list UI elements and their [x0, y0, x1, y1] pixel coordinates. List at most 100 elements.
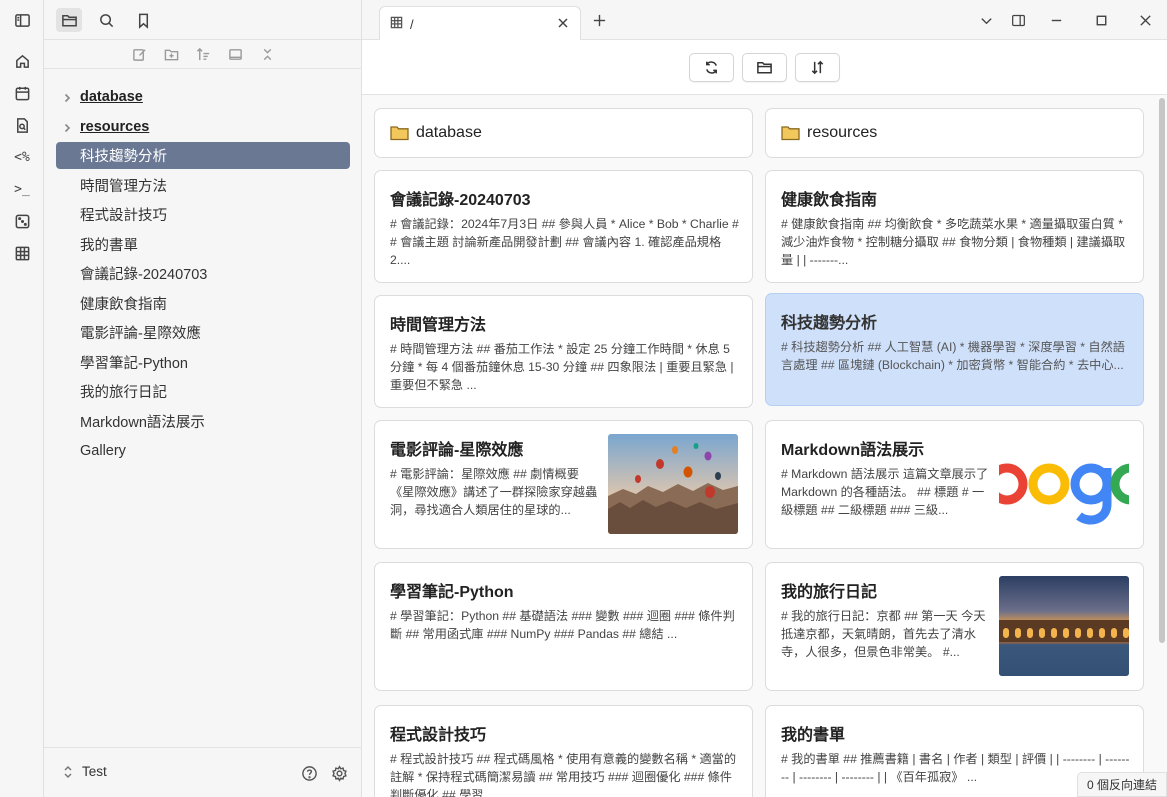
tree-file-item[interactable]: Markdown語法展示 — [56, 408, 350, 435]
note-card-selected[interactable]: 科技趨勢分析 # 科技趨勢分析 ## 人工智慧 (AI) * 機器學習 * 深度… — [765, 293, 1144, 406]
vault-name: Test — [82, 764, 107, 779]
tree-file-label: 我的書單 — [80, 238, 138, 254]
note-card[interactable]: 我的旅行日記 # 我的旅行日記：京都 ## 第一天 今天抵達京都，天氣晴朗，首先… — [765, 562, 1144, 691]
tree-file-label: 健康飲食指南 — [80, 297, 167, 313]
note-card-title: 程式設計技巧 — [390, 727, 487, 744]
note-card-title: 健康飲食指南 — [781, 192, 878, 209]
tree-folder-database[interactable]: database — [56, 83, 350, 110]
tree-file-item[interactable]: 我的書單 — [56, 231, 350, 258]
files-icon[interactable] — [56, 8, 82, 32]
new-tab-plus-icon[interactable] — [589, 10, 609, 30]
tree-file-label: 科技趨勢分析 — [80, 149, 167, 165]
folder-card-database[interactable]: database — [374, 108, 753, 158]
note-card-excerpt: # 我的旅行日記：京都 ## 第一天 今天抵達京都，天氣晴朗，首先去了清水寺，人… — [781, 609, 986, 659]
balloons-thumbnail-image — [608, 434, 738, 534]
note-card-title: 我的旅行日記 — [781, 584, 878, 601]
dice-icon[interactable] — [10, 209, 34, 233]
sort-icon[interactable] — [193, 45, 213, 63]
note-card-excerpt: # 科技趨勢分析 ## 人工智慧 (AI) * 機器學習 * 深度學習 * 自然… — [781, 340, 1125, 372]
folder-card-label: database — [416, 124, 482, 141]
chevron-updown-icon — [64, 765, 72, 778]
search-icon[interactable] — [93, 8, 119, 32]
collapse-all-icon[interactable] — [257, 45, 277, 63]
note-card[interactable]: 電影評論-星際效應 # 電影評論：星際效應 ## 劇情概要 《星際效應》講述了一… — [374, 420, 753, 549]
refresh-icon — [706, 61, 717, 74]
help-icon[interactable] — [299, 763, 319, 783]
tree-file-item[interactable]: 程式設計技巧 — [56, 201, 350, 228]
tree-file-item[interactable]: Gallery — [56, 437, 350, 464]
sort-button[interactable] — [795, 53, 840, 82]
note-card[interactable]: 時間管理方法 # 時間管理方法 ## 番茄工作法 * 設定 25 分鐘工作時間 … — [374, 295, 753, 408]
note-card-excerpt: # 會議記錄：2024年7月3日 ## 參與人員 * Alice * Bob *… — [390, 217, 739, 267]
table-icon — [390, 16, 403, 32]
folder-icon — [390, 126, 409, 141]
tree-folder-resources[interactable]: resources — [56, 113, 350, 140]
note-card[interactable]: 健康飲食指南 # 健康飲食指南 ## 均衡飲食 * 多吃蔬菜水果 * 適量攝取蛋… — [765, 170, 1144, 283]
tree-file-label: 會議記錄-20240703 — [80, 267, 208, 283]
tree-file-label: Gallery — [80, 442, 126, 459]
new-note-icon[interactable] — [129, 45, 149, 63]
view-toolbar — [362, 40, 1167, 95]
tree-file-item[interactable]: 我的旅行日記 — [56, 378, 350, 405]
backlinks-status[interactable]: 0 個反向連結 — [1076, 772, 1167, 797]
note-card-title: 科技趨勢分析 — [781, 315, 878, 332]
note-card-excerpt: # 程式設計技巧 ## 程式碼風格 * 使用有意義的變數名稱 * 適當的註解 *… — [390, 752, 737, 797]
tree-file-item[interactable]: 電影評論-星際效應 — [56, 319, 350, 346]
chevron-right-icon[interactable] — [62, 121, 72, 133]
sort-icon — [811, 60, 824, 75]
bookmark-icon[interactable] — [130, 8, 156, 32]
refresh-button[interactable] — [689, 53, 734, 82]
terminal-icon[interactable]: >_ — [10, 177, 34, 201]
tab-title: / — [410, 16, 414, 32]
open-folder-button[interactable] — [742, 53, 787, 82]
vault-switcher[interactable]: Test — [62, 764, 107, 779]
note-card-title: 時間管理方法 — [390, 317, 487, 334]
note-card-title: 會議記錄-20240703 — [390, 192, 531, 209]
tree-file-item[interactable]: 科技趨勢分析 — [56, 142, 350, 169]
note-card[interactable]: 程式設計技巧 # 程式設計技巧 ## 程式碼風格 * 使用有意義的變數名稱 * … — [374, 705, 753, 797]
sidebar-toggle-icon[interactable] — [10, 8, 34, 32]
window-close-icon[interactable] — [1135, 10, 1155, 30]
note-card-excerpt: # 電影評論：星際效應 ## 劇情概要 《星際效應》講述了一群探險家穿越蟲洞，尋… — [390, 467, 598, 517]
note-card-title: Markdown語法展示 — [781, 442, 925, 459]
tab-root[interactable]: / — [379, 6, 581, 41]
code-percent-icon[interactable]: <% — [10, 145, 34, 169]
home-icon[interactable] — [10, 49, 34, 73]
calendar-icon[interactable] — [10, 81, 34, 105]
note-card-title: 電影評論-星際效應 — [390, 442, 524, 459]
search-file-icon[interactable] — [10, 113, 34, 137]
folder-icon — [757, 62, 772, 74]
note-card[interactable]: 會議記錄-20240703 # 會議記錄：2024年7月3日 ## 參與人員 *… — [374, 170, 753, 283]
note-card[interactable]: Markdown語法展示 # Markdown 語法展示 這篇文章展示了 Mar… — [765, 420, 1144, 549]
note-card[interactable]: 學習筆記-Python # 學習筆記：Python ## 基礎語法 ### 變數… — [374, 562, 753, 691]
file-explorer-actions — [44, 40, 362, 69]
note-card-excerpt: # 時間管理方法 ## 番茄工作法 * 設定 25 分鐘工作時間 * 休息 5 … — [390, 342, 734, 392]
minimize-icon[interactable] — [1046, 10, 1066, 30]
right-sidebar-toggle-icon[interactable] — [1008, 10, 1028, 30]
table-icon[interactable] — [10, 241, 34, 265]
tree-folder-label: resources — [80, 118, 150, 135]
tree-file-item[interactable]: 會議記錄-20240703 — [56, 260, 350, 287]
chevron-right-icon[interactable] — [62, 91, 72, 103]
auto-reveal-icon[interactable] — [225, 45, 245, 63]
folder-card-resources[interactable]: resources — [765, 108, 1144, 158]
note-card-excerpt: # Markdown 語法展示 這篇文章展示了 Markdown 的各種語法。 … — [781, 467, 989, 517]
scrollbar[interactable] — [1159, 98, 1165, 643]
note-card-excerpt: # 健康飲食指南 ## 均衡飲食 * 多吃蔬菜水果 * 適量攝取蛋白質 * 減少… — [781, 217, 1126, 267]
card-grid: database resources 會議記錄-20240703 # 會議記錄：… — [362, 95, 1167, 797]
tree-file-label: 我的旅行日記 — [80, 385, 167, 401]
tree-file-label: 電影評論-星際效應 — [80, 326, 201, 342]
tree-file-label: 程式設計技巧 — [80, 208, 167, 224]
new-folder-icon[interactable] — [161, 45, 181, 63]
sidebar-tab-header — [44, 0, 362, 40]
note-card-title: 學習筆記-Python — [390, 584, 514, 601]
maximize-icon[interactable] — [1091, 10, 1111, 30]
tree-file-item[interactable]: 學習筆記-Python — [56, 349, 350, 376]
vault-footer: Test — [44, 747, 362, 797]
chevron-down-icon[interactable] — [976, 10, 996, 30]
tree-file-item[interactable]: 時間管理方法 — [56, 172, 350, 199]
settings-gear-icon[interactable] — [329, 763, 349, 783]
close-icon[interactable] — [556, 16, 570, 30]
tree-file-item[interactable]: 健康飲食指南 — [56, 290, 350, 317]
note-card-excerpt: # 學習筆記：Python ## 基礎語法 ### 變數 ### 迴圈 ### … — [390, 609, 735, 641]
